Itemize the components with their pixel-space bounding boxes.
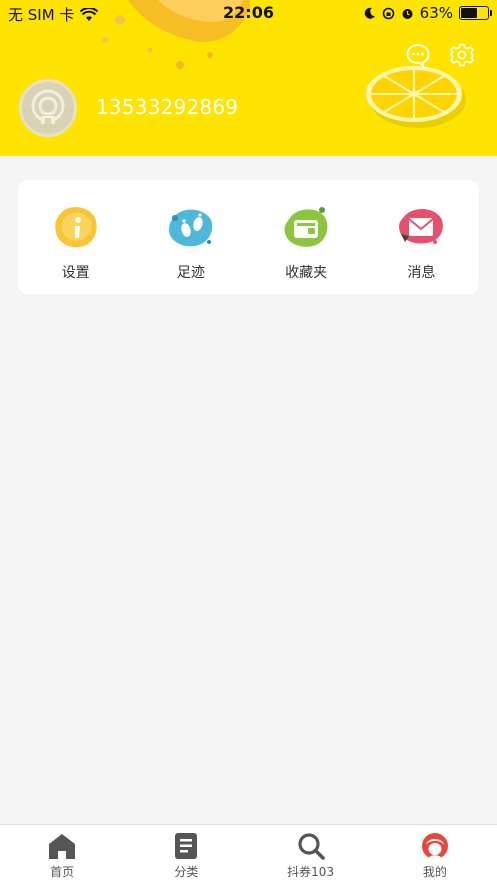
menu-item-footprints[interactable]: 足迹 bbox=[133, 180, 248, 294]
settings-gear-icon[interactable] bbox=[449, 42, 475, 68]
battery-percent: 63% bbox=[419, 4, 453, 22]
alarm-icon bbox=[402, 8, 413, 19]
lemon-slice-decoration bbox=[366, 66, 466, 128]
message-icon[interactable] bbox=[405, 42, 431, 69]
moon-icon bbox=[364, 7, 375, 19]
envelope-icon bbox=[397, 204, 445, 250]
tab-mine[interactable]: 我的 bbox=[373, 825, 497, 883]
profile-menu-card: 设置 足迹 收藏夹 消息 bbox=[18, 180, 479, 294]
tab-category[interactable]: 分类 bbox=[124, 825, 248, 883]
rotation-lock-icon bbox=[382, 7, 394, 19]
list-icon bbox=[172, 832, 200, 860]
battery-icon bbox=[459, 6, 492, 20]
menu-item-settings[interactable]: 设置 bbox=[18, 180, 133, 294]
tab-home[interactable]: 首页 bbox=[0, 825, 124, 883]
username: 13533292869 bbox=[96, 95, 239, 119]
profile-icon bbox=[421, 832, 449, 860]
menu-item-label: 足迹 bbox=[176, 265, 205, 281]
menu-item-label: 设置 bbox=[61, 265, 90, 281]
profile-header: 无 SIM 卡 22:06 63% 13533292869 bbox=[0, 0, 497, 156]
wallet-icon bbox=[282, 204, 330, 250]
search-icon bbox=[297, 832, 325, 860]
tab-label: 抖券103 bbox=[287, 865, 335, 879]
menu-item-label: 消息 bbox=[407, 265, 436, 281]
home-icon bbox=[48, 832, 76, 860]
tab-label: 我的 bbox=[422, 865, 447, 879]
footprint-icon bbox=[167, 204, 215, 250]
avatar[interactable] bbox=[19, 79, 77, 137]
bottom-tab-bar: 首页 分类 抖券103 我的 bbox=[0, 824, 497, 883]
tab-label: 首页 bbox=[50, 865, 75, 879]
menu-item-favorites[interactable]: 收藏夹 bbox=[249, 180, 364, 294]
status-bar: 无 SIM 卡 22:06 63% bbox=[0, 0, 497, 26]
tab-label: 分类 bbox=[174, 865, 199, 879]
menu-item-label: 收藏夹 bbox=[285, 265, 328, 281]
menu-item-messages[interactable]: 消息 bbox=[364, 180, 479, 294]
tab-coupons[interactable]: 抖券103 bbox=[249, 825, 373, 883]
info-icon bbox=[52, 204, 100, 250]
